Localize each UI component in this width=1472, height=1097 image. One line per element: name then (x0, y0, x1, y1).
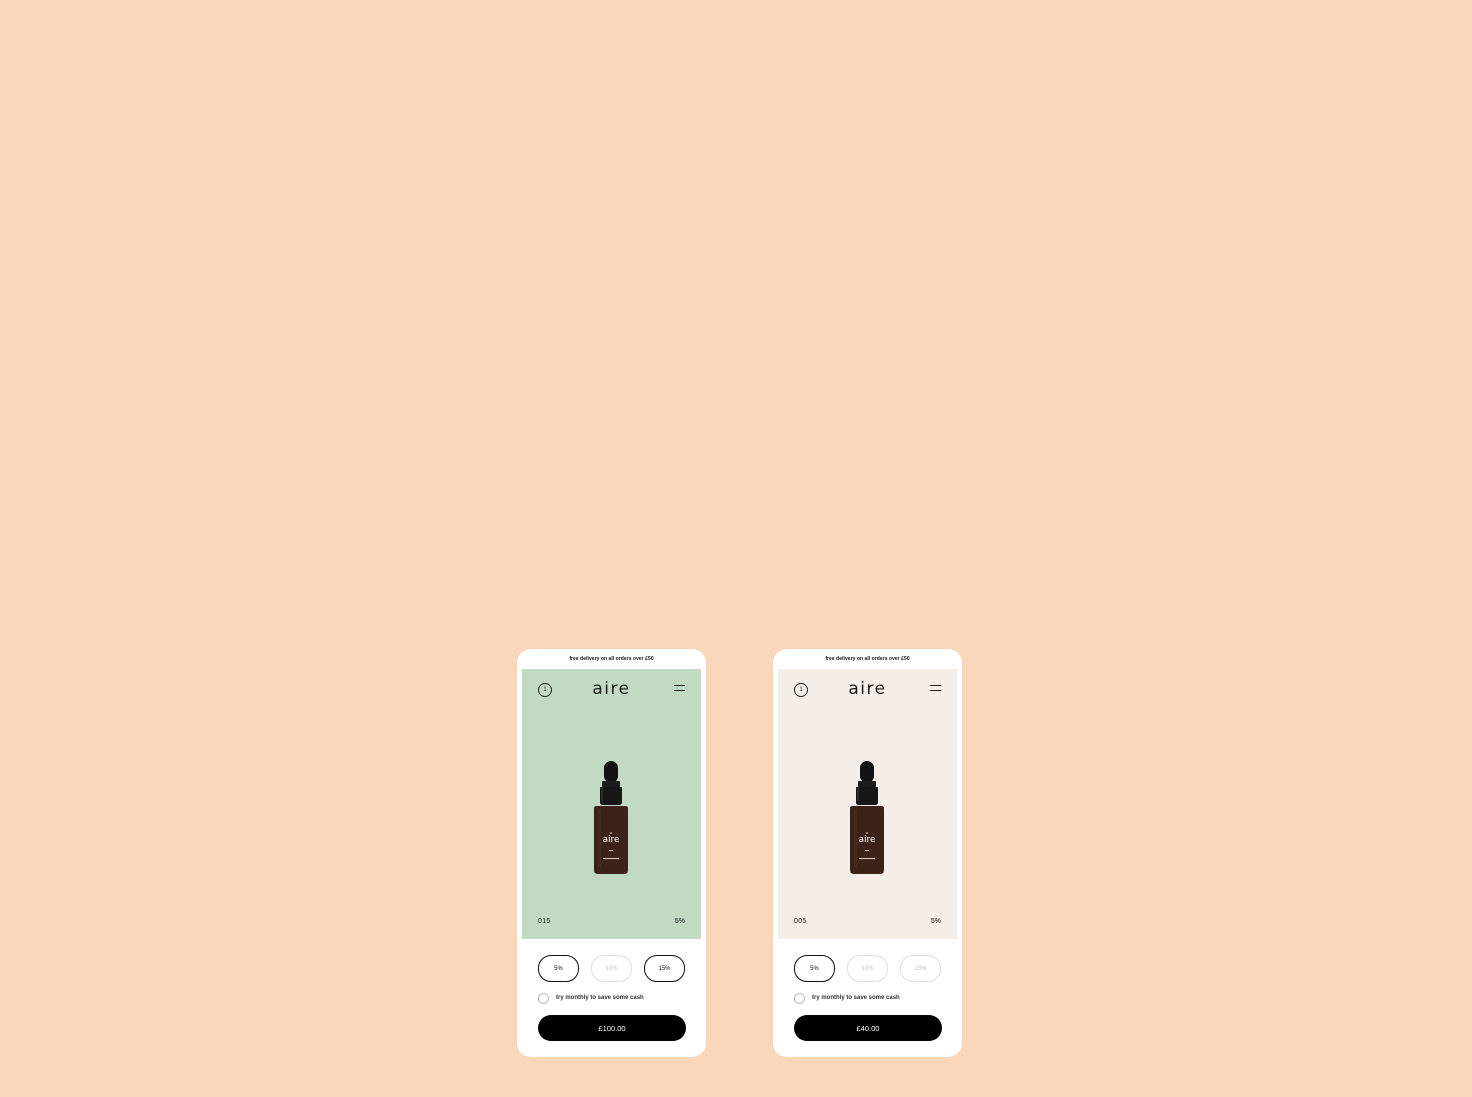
strength-options: 5% 10% 15% (794, 955, 942, 982)
product-code: 005 (794, 918, 807, 925)
add-to-cart-price-button[interactable]: £40.00 (794, 1015, 942, 1041)
subscribe-label: try monthly to save some cash (556, 995, 644, 1001)
bottle-logo-text: aire (602, 835, 620, 845)
add-to-cart-price-button[interactable]: £100.00 (538, 1015, 686, 1041)
product-strength: 5% (674, 918, 685, 925)
subscribe-label: try monthly to save some cash (812, 995, 900, 1001)
strength-option-5[interactable]: 5% (538, 955, 579, 982)
hamburger-menu-icon[interactable] (930, 685, 941, 692)
strength-option-5[interactable]: 5% (794, 955, 835, 982)
product-code: 015 (538, 918, 551, 925)
hamburger-menu-icon[interactable] (674, 685, 685, 692)
subscribe-option[interactable]: try monthly to save some cash (794, 992, 900, 1004)
product-screen-mockup: free delivery on all orders over £50 1 a… (773, 649, 962, 1057)
strength-option-15[interactable]: 15% (644, 955, 685, 982)
subscribe-option[interactable]: try monthly to save some cash (538, 992, 644, 1004)
subscribe-radio[interactable] (794, 992, 805, 1004)
dropper-bottle-icon: aire (594, 761, 628, 874)
product-hero: 1 aire aire 015 5% (522, 669, 701, 939)
product-strength: 5% (930, 918, 941, 925)
strength-option-10[interactable]: 10% (591, 955, 632, 982)
product-screen-mockup: free delivery on all orders over £50 1 a… (517, 649, 706, 1057)
dropper-bottle-icon: aire (850, 761, 884, 874)
bottle-logo-text: aire (858, 835, 876, 845)
subscribe-radio[interactable] (538, 992, 549, 1004)
product-hero: 1 aire aire 005 5% (778, 669, 957, 939)
strength-option-10[interactable]: 10% (847, 955, 888, 982)
strength-option-15[interactable]: 15% (900, 955, 941, 982)
strength-options: 5% 10% 15% (538, 955, 686, 982)
delivery-banner: free delivery on all orders over £50 (569, 656, 654, 662)
delivery-banner: free delivery on all orders over £50 (825, 656, 910, 662)
